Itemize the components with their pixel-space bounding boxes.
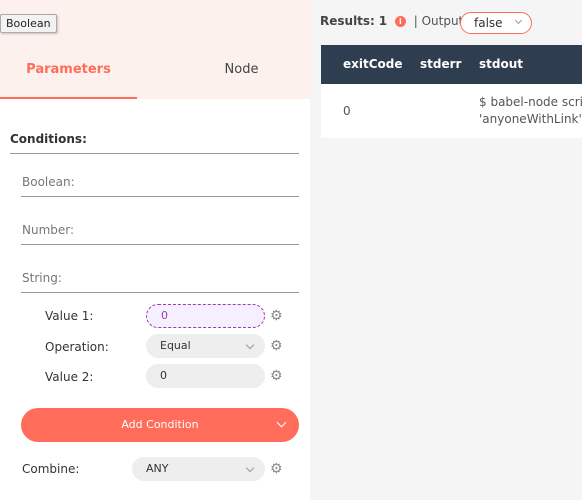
column-header: stderr [420,57,462,71]
table-row: 0 $ babel-node scrip 'anyoneWithLink', t [321,84,582,138]
add-condition-button[interactable]: Add Condition [21,408,299,442]
gear-icon[interactable]: ⚙ [270,461,288,477]
chevron-down-icon [514,16,523,25]
cell-stdout-line2: 'anyoneWithLink', t [479,112,582,126]
results-label: Results: [320,14,375,28]
divider [21,292,299,293]
boolean-field[interactable]: Boolean: [22,175,75,189]
divider [10,153,299,154]
tooltip: Boolean [0,14,57,33]
value2-input[interactable]: 0 [146,364,265,388]
value2-label: Value 2: [45,370,94,384]
info-icon[interactable]: i [394,16,406,27]
operation-label: Operation: [45,340,109,354]
combine-label: Combine: [22,462,80,476]
value1-input[interactable]: 0 [146,304,265,328]
cell-exitcode: 0 [343,104,351,118]
combine-select[interactable]: ANY [132,457,265,481]
results-count: 1 [378,14,388,28]
gear-icon[interactable]: ⚙ [270,368,288,384]
tab-parameters[interactable]: Parameters [0,62,137,77]
operation-value: Equal [160,339,191,352]
gear-icon[interactable]: ⚙ [270,338,288,354]
cell-stdout-line1: $ babel-node scrip [479,95,582,109]
chevron-down-icon [245,340,255,350]
results-header: Results: 1 i | Output: [320,14,467,28]
column-header: stdout [479,57,523,71]
output-value: false [474,16,503,30]
output-select[interactable]: false [460,12,532,34]
conditions-label: Conditions: [10,132,87,146]
chevron-down-icon [276,417,287,428]
gear-icon[interactable]: ⚙ [270,308,288,324]
tab-node[interactable]: Node [173,62,310,77]
value1-label: Value 1: [45,309,94,323]
number-field[interactable]: Number: [22,223,74,237]
parameters-panel: Boolean Parameters Node Conditions: Bool… [0,0,310,500]
separator: | [413,14,418,28]
results-panel: Results: 1 i | Output: false exitCode st… [310,0,582,500]
active-tab-indicator [0,97,137,99]
add-condition-label: Add Condition [121,418,199,431]
operation-select[interactable]: Equal [146,334,265,358]
combine-value: ANY [146,462,169,475]
table-header: exitCode stderr stdout [321,45,582,84]
string-field[interactable]: String: [22,271,62,285]
column-header: exitCode [343,57,403,71]
divider [21,196,299,197]
divider [21,244,299,245]
chevron-down-icon [245,463,255,473]
